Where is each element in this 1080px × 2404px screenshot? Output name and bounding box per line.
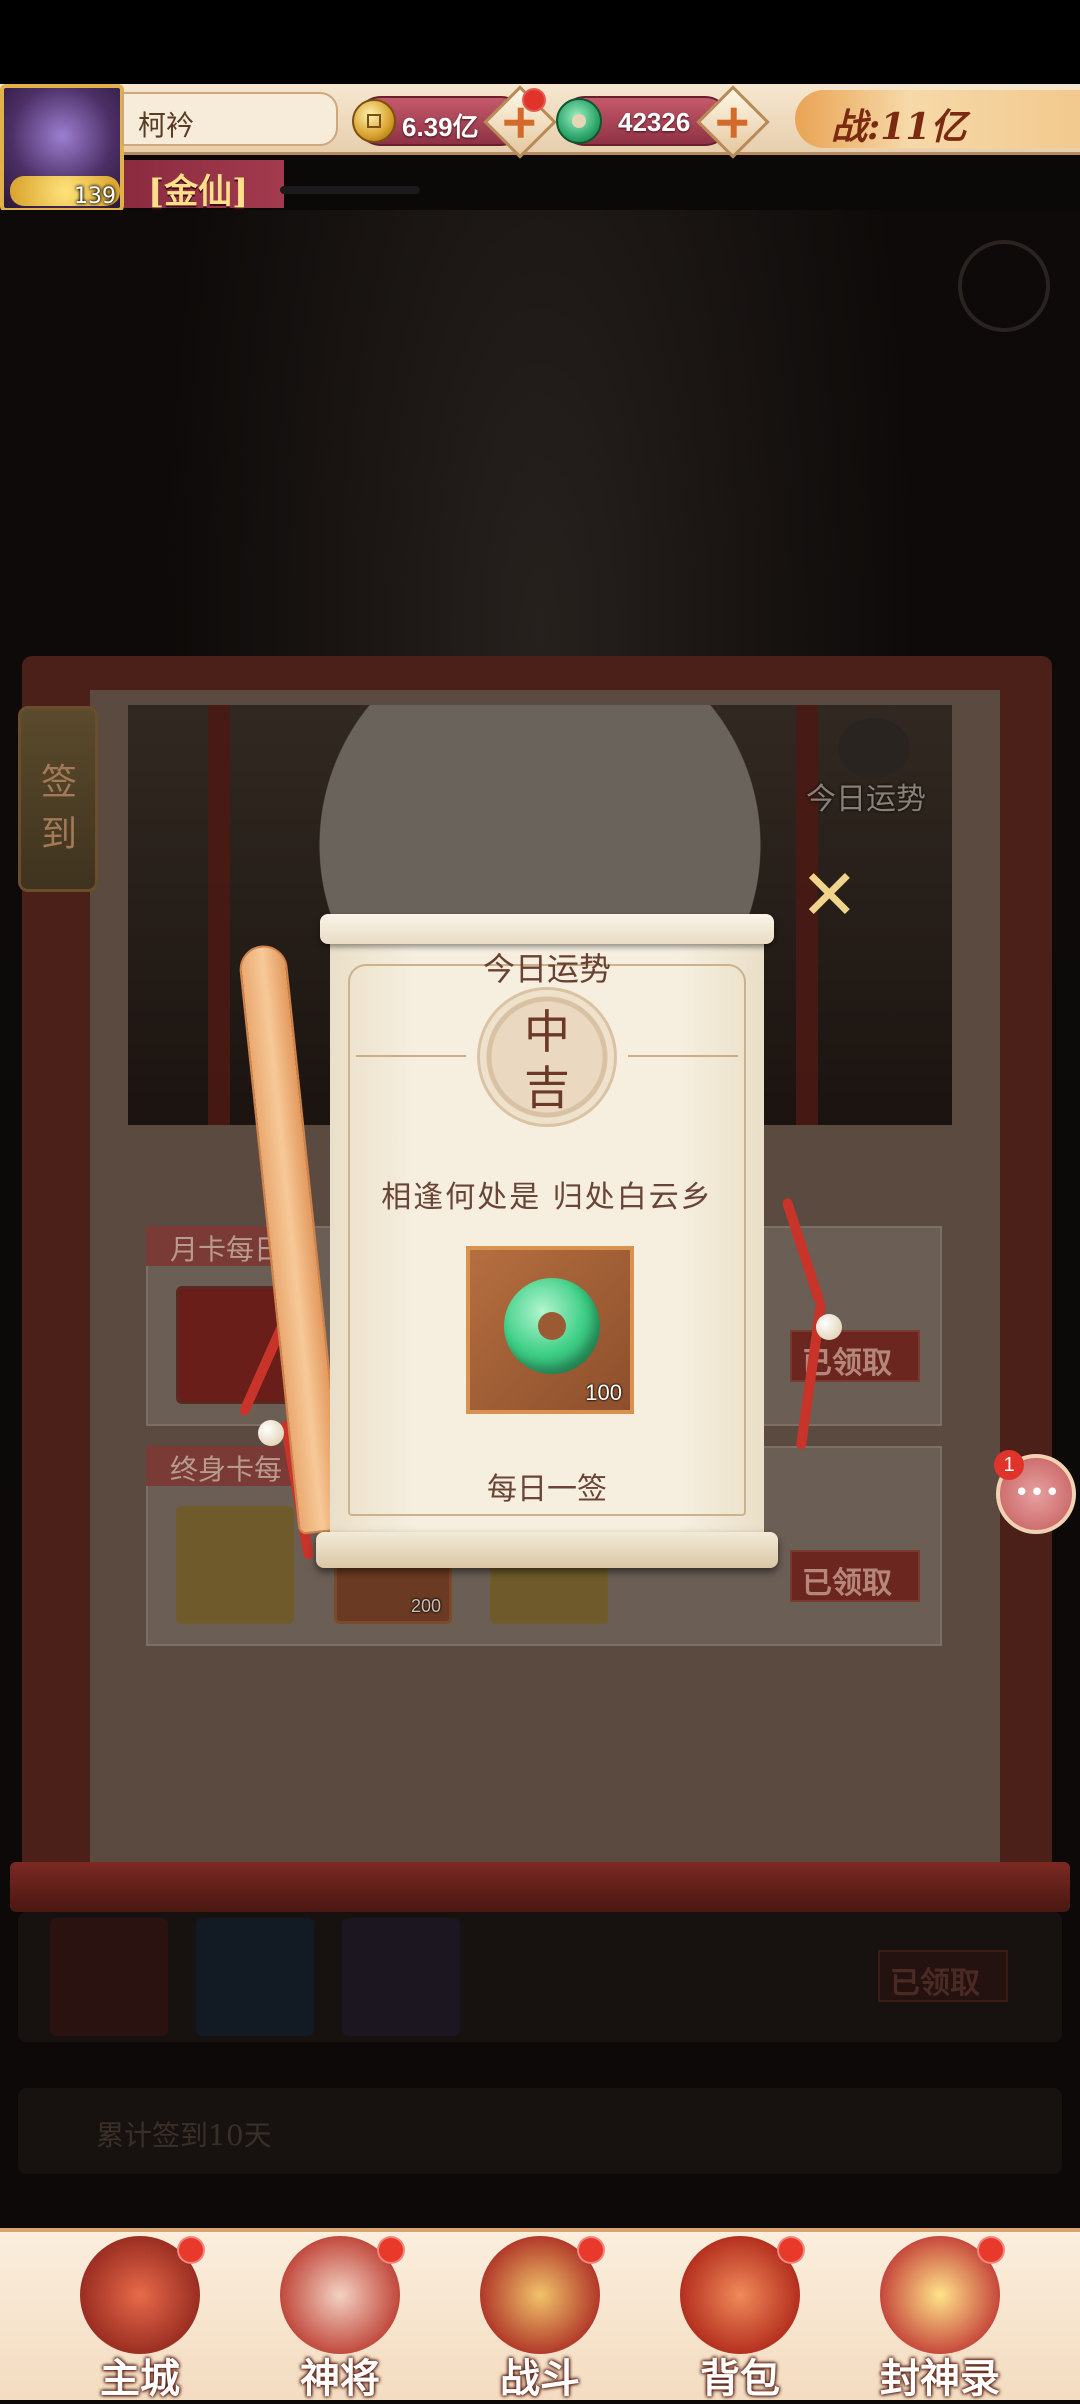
nav-notification-dot [377,2236,405,2264]
back-arrow-icon[interactable] [958,240,1050,332]
jade-amount: 42326 [618,107,691,137]
jade-reward-icon [504,1278,600,1374]
monthly-card-tag-label: 月卡每日 [170,1233,283,1266]
fortune-poem: 相逢何处是 归处白云乡 [381,1180,713,1215]
lifetime-claimed-button: 已领取 [790,1550,920,1602]
fortune-reward-count: 100 [585,1380,622,1405]
nav-main-city-label: 主城 [100,2355,180,2402]
nav-bag[interactable]: 背包 [655,2236,825,2402]
nav-battle-label: 战斗 [500,2355,580,2402]
gold-coin-icon [352,99,396,143]
nav-heroes[interactable]: 神将 [255,2236,425,2402]
close-icon[interactable]: ✕ [800,860,859,930]
background-item-slot [342,1918,460,2036]
fortune-popup-title: 今日运势 [482,950,611,988]
combat-power-banner: 战:11亿 [795,90,1080,148]
background-claimed-button: 已领取 [878,1950,1008,2002]
streak-label: 累计签到10天 [96,2119,272,2152]
background-item-slot [196,1918,314,2036]
background-item-slot [50,1918,168,2036]
fortune-scroll-top-roller [320,914,774,944]
signin-tab[interactable]: 签 到 [18,706,98,892]
nav-notification-dot [977,2236,1005,2264]
nav-notification-dot [177,2236,205,2264]
player-name: 柯衿 [138,109,195,142]
fortune-result-bottom: 吉 [524,1061,570,1115]
seal-divider-right [628,1055,738,1057]
player-title-badge: [金仙] [124,160,284,212]
chat-unread-badge: 1 [994,1450,1024,1480]
bead-decoration [816,1314,842,1340]
combat-power-value: 战:11亿 [831,106,967,148]
bead-decoration [258,1420,284,1446]
gold-notification-dot [522,88,546,112]
nav-battle[interactable]: 战斗 [455,2236,625,2402]
gold-amount: 6.39亿 [402,112,479,142]
nav-heroes-label: 神将 [300,2355,380,2402]
nav-deity-records[interactable]: 封神录 [855,2236,1025,2402]
background-streak-row: 累计签到10天 [18,2088,1062,2174]
nav-notification-dot [577,2236,605,2264]
lifetime-jade-count: 200 [410,1596,441,1616]
player-title: [金仙] [148,172,249,212]
player-avatar[interactable]: 139 [0,84,124,212]
fortune-scroll-icon[interactable] [838,718,910,778]
player-name-box: 柯衿 [122,92,338,146]
title-tail-decoration [280,186,420,194]
signin-tab-label-top: 签 [41,762,78,803]
daily-draw-label: 每日一签 [487,1472,607,1507]
status-bar-area [0,0,1080,84]
lifetime-reward-scroll[interactable] [176,1506,294,1624]
today-fortune-button-label[interactable]: 今日运势 [806,774,926,818]
nav-main-city[interactable]: 主城 [55,2236,225,2402]
fortune-reward-item[interactable]: 100 [466,1246,634,1414]
seal-divider-left [356,1055,466,1057]
fortune-scroll-bottom-roller [316,1532,778,1568]
nav-notification-dot [777,2236,805,2264]
lifetime-claimed-label: 已领取 [802,1566,892,1601]
signin-panel-base [10,1862,1070,1912]
jade-icon [556,98,602,144]
nav-deity-records-label: 封神录 [880,2355,1000,2402]
scene-pillar [208,705,230,1125]
player-level: 139 [74,184,116,209]
nav-bag-label: 背包 [700,2355,780,2402]
lifetime-card-tag-label: 终身卡每 [170,1453,283,1486]
signin-tab-label-bottom: 到 [41,814,78,855]
background-claimed-label: 已领取 [890,1966,980,2001]
background-reward-strip: 已领取 [18,1912,1062,2042]
